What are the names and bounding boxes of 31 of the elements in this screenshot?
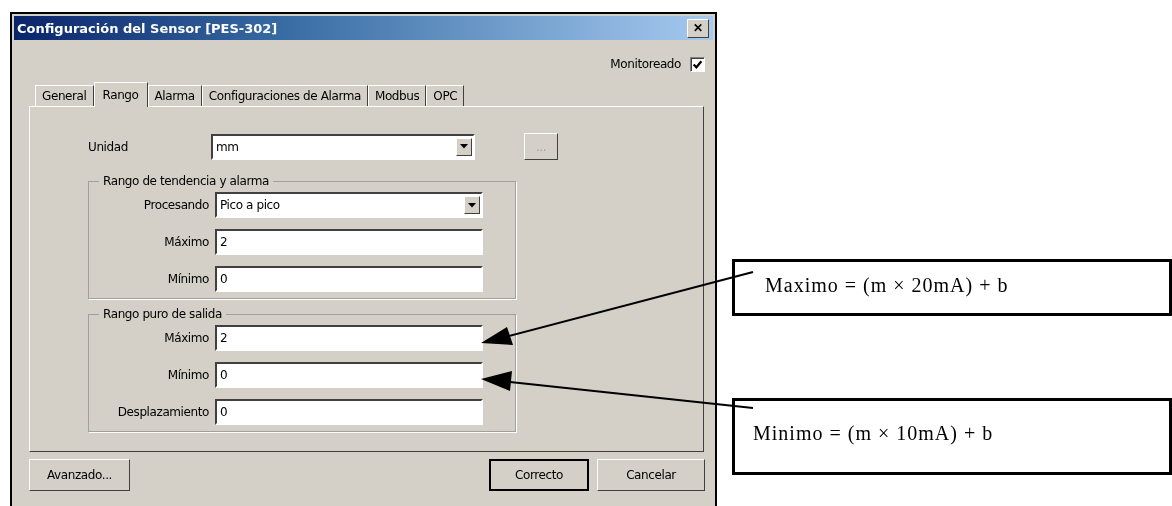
dialog-button[interactable]: Correcto	[489, 459, 589, 491]
field-label: Mínimo	[166, 272, 209, 286]
field-label: Máximo	[163, 331, 209, 345]
input-field[interactable]: 2	[215, 325, 483, 351]
input-field[interactable]: 2	[215, 229, 483, 255]
formula-text: Minimo = (m × 10mA) + b	[753, 422, 994, 444]
dialog-button[interactable]: Cancelar	[597, 459, 705, 491]
field-label: Desplazamiento	[116, 405, 209, 419]
input-field[interactable]: 0	[215, 399, 483, 425]
group-title: Rango de tendencia y alarma	[102, 174, 270, 188]
dialog-button[interactable]: Avanzado...	[29, 459, 130, 491]
field-label: Mínimo	[166, 368, 209, 382]
input-field[interactable]: 0	[215, 362, 483, 388]
tab[interactable]: General	[35, 85, 94, 106]
formula-text: Maximo = (m × 20mA) + b	[765, 274, 1009, 296]
input-field[interactable]: 0	[215, 266, 483, 292]
close-button[interactable]: ✕	[687, 18, 709, 38]
field-label: Unidad	[88, 139, 129, 154]
tab[interactable]: Rango	[93, 82, 148, 107]
group-title: Rango puro de salida	[102, 307, 223, 321]
monitored-checkbox[interactable]	[690, 56, 705, 72]
tab[interactable]: Alarma	[147, 85, 202, 106]
dropdown-field[interactable]: Pico a pico	[215, 192, 483, 218]
monitored-label: Monitoreado	[610, 57, 681, 71]
tab[interactable]: Modbus	[367, 85, 427, 106]
tab[interactable]: Configuraciones de Alarma	[201, 85, 368, 106]
field-label: Procesando	[142, 198, 209, 212]
unit-dropdown[interactable]: mm	[211, 133, 475, 160]
field-label: Máximo	[163, 235, 209, 249]
tab[interactable]: OPC	[426, 85, 465, 106]
window-title: Configuración del Sensor [PES-302]	[17, 20, 278, 36]
